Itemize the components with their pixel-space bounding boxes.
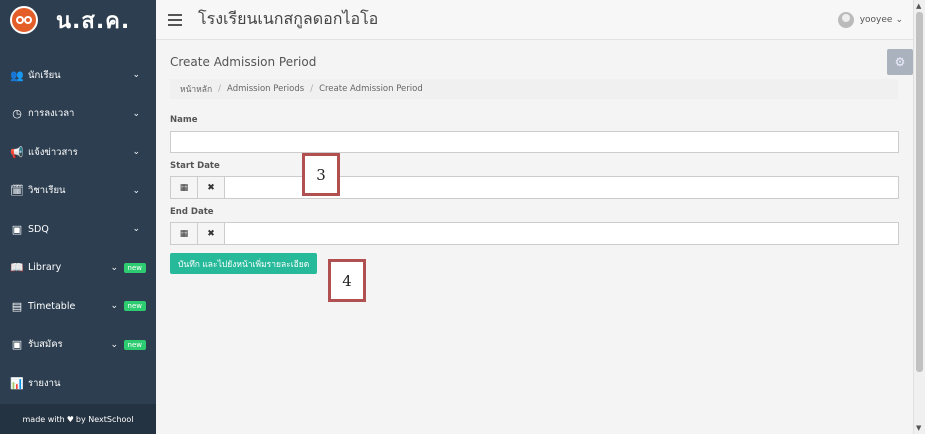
gear-icon: ⚙: [894, 55, 906, 69]
chevron-down-icon: ⌄: [132, 185, 140, 196]
end-date-clear-button[interactable]: ✖: [198, 223, 225, 244]
end-date-input[interactable]: [225, 223, 898, 244]
bar-chart-icon: 📊: [10, 376, 24, 390]
close-icon: ✖: [207, 228, 215, 239]
sidebar-item-students[interactable]: 👥 นักเรียน ⌄: [0, 56, 156, 95]
sidebar-item-timetable[interactable]: ▤ Timetable ⌄ new: [0, 287, 156, 326]
brand-name: น.ส.ค.: [56, 8, 131, 34]
sidebar-item-label: การลงเวลา: [28, 108, 75, 120]
chevron-down-icon: ⌄: [132, 224, 140, 235]
sidebar-item-announcements[interactable]: 📢 แจ้งข่าวสาร ⌄: [0, 133, 156, 172]
chevron-down-icon: ⌄: [110, 301, 118, 312]
save-and-continue-button[interactable]: บันทึก และไปยังหน้าเพิ่มรายละเอียด: [170, 253, 318, 274]
callout-4: 4: [328, 259, 366, 302]
school-name: โรงเรียนเนกสกูลดอกไอโอ: [198, 9, 379, 28]
footer-suffix: by NextSchool: [75, 414, 134, 424]
sidebar-item-label: นักเรียน: [28, 69, 61, 81]
scroll-down-arrow-icon[interactable]: ▼: [916, 424, 921, 432]
user-menu[interactable]: yooyee ⌄: [837, 11, 903, 28]
timetable-icon: ▤: [11, 299, 23, 313]
sidebar-item-admission[interactable]: ▣ รับสมัคร ⌄ new: [0, 326, 156, 365]
brand[interactable]: น.ส.ค.: [0, 0, 156, 40]
topbar: โรงเรียนเนกสกูลดอกไอโอ yooyee ⌄: [156, 0, 913, 40]
new-badge: new: [123, 301, 146, 312]
settings-button[interactable]: ⚙: [887, 49, 913, 75]
clock-icon: ◷: [12, 107, 22, 121]
breadcrumb-separator: /: [310, 84, 314, 94]
name-label: Name: [170, 115, 198, 125]
start-date-clear-button[interactable]: ✖: [198, 177, 225, 198]
sidebar-nav: 👥 นักเรียน ⌄ ◷ การลงเวลา ⌄ 📢 แจ้งข่าวสาร…: [0, 56, 156, 403]
close-icon: ✖: [207, 182, 215, 193]
breadcrumb-separator: /: [218, 84, 222, 94]
sidebar-item-label: รายงาน: [28, 377, 61, 389]
sidebar-item-subjects[interactable]: 🗓 วิชาเรียน ⌄: [0, 172, 156, 211]
chevron-down-icon: ⌄: [110, 339, 118, 350]
sidebar-item-label: แจ้งข่าวสาร: [28, 146, 78, 158]
sidebar-item-label: Timetable: [28, 300, 76, 312]
breadcrumb-admission-periods[interactable]: Admission Periods: [227, 84, 304, 94]
chevron-down-icon: ⌄: [132, 70, 140, 81]
page-scrollbar[interactable]: ▲ ▼: [913, 0, 925, 434]
sidebar-item-label: SDQ: [28, 223, 49, 235]
chevron-down-icon: ⌄: [895, 14, 903, 25]
breadcrumb: หน้าหลัก / Admission Periods / Create Ad…: [170, 79, 898, 99]
sidebar-item-reports[interactable]: 📊 รายงาน: [0, 364, 156, 403]
sidebar-item-label: วิชาเรียน: [28, 185, 66, 197]
chevron-down-icon: ⌄: [132, 108, 140, 119]
new-badge: new: [123, 339, 146, 350]
hamburger-menu-icon[interactable]: [168, 13, 182, 26]
sidebar: น.ส.ค. 👥 นักเรียน ⌄ ◷ การลงเวลา ⌄ 📢 แจ้ง…: [0, 0, 156, 434]
bullhorn-icon: 📢: [10, 145, 24, 159]
sidebar-item-sdq[interactable]: ▣ SDQ ⌄: [0, 210, 156, 249]
document-icon: ▣: [11, 222, 23, 236]
new-badge: new: [123, 262, 146, 273]
sidebar-footer: made with ♥ by NextSchool: [0, 404, 156, 434]
page-title: Create Admission Period: [170, 55, 317, 69]
book-icon: 📖: [10, 261, 24, 275]
heart-icon: ♥: [66, 414, 74, 424]
avatar: [837, 11, 854, 28]
chevron-down-icon: ⌄: [110, 262, 118, 273]
footer-prefix: made with: [22, 414, 65, 424]
breadcrumb-current: Create Admission Period: [319, 84, 423, 94]
callout-3: 3: [302, 153, 340, 196]
user-name: yooyee: [859, 14, 893, 25]
start-date-group: ▦ ✖: [170, 176, 899, 199]
start-date-calendar-button[interactable]: ▦: [171, 177, 198, 198]
sidebar-item-label: Library: [28, 262, 62, 274]
breadcrumb-home[interactable]: หน้าหลัก: [180, 82, 212, 96]
end-date-calendar-button[interactable]: ▦: [171, 223, 198, 244]
sidebar-item-library[interactable]: 📖 Library ⌄ new: [0, 249, 156, 288]
scroll-up-arrow-icon[interactable]: ▲: [916, 2, 921, 10]
end-date-label: End Date: [170, 207, 214, 217]
sidebar-item-label: รับสมัคร: [28, 339, 63, 351]
calendar-icon: ▦: [179, 228, 189, 239]
name-input[interactable]: [170, 131, 899, 153]
scroll-thumb[interactable]: [916, 12, 923, 372]
calendar-icon: ▦: [179, 182, 189, 193]
sidebar-item-attendance[interactable]: ◷ การลงเวลา ⌄: [0, 95, 156, 134]
users-icon: 👥: [10, 68, 24, 82]
chevron-down-icon: ⌄: [132, 147, 140, 158]
start-date-label: Start Date: [170, 161, 220, 171]
admission-icon: ▣: [11, 338, 23, 352]
main-content: Create Admission Period ⚙ หน้าหลัก / Adm…: [156, 41, 913, 434]
calendar-check-icon: 🗓: [10, 184, 24, 198]
owl-logo-icon: [10, 6, 38, 34]
end-date-group: ▦ ✖: [170, 222, 899, 245]
